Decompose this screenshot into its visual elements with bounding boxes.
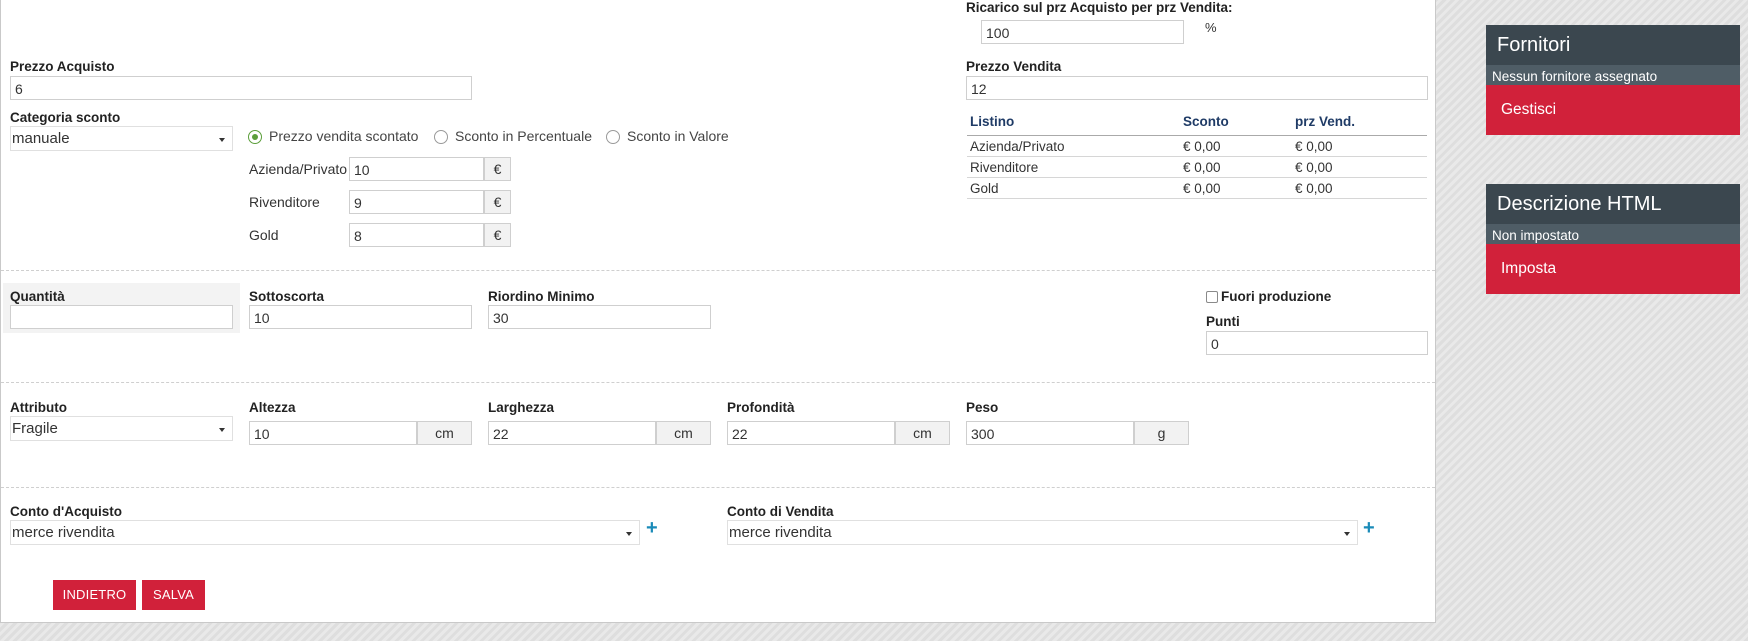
table-row: Rivenditore € 0,00 € 0,00 <box>967 156 1427 178</box>
discontinued-checkbox[interactable] <box>1206 291 1218 303</box>
suppliers-status: Nessun fornitore assegnato <box>1486 65 1740 85</box>
attribute-label: Attributo <box>10 400 67 415</box>
discount-row-label: Rivenditore <box>249 194 320 210</box>
discount-category-select[interactable]: manuale <box>10 126 233 151</box>
col-prz-vend: prz Vend. <box>1292 112 1427 136</box>
height-label: Altezza <box>249 400 296 415</box>
product-form-panel: Ricarico sul prz Acquisto per prz Vendit… <box>0 0 1436 623</box>
radio-percent-discount[interactable] <box>434 130 448 144</box>
cm-addon: cm <box>417 421 472 445</box>
min-reorder-input[interactable]: 30 <box>488 305 711 329</box>
cell: € 0,00 <box>1180 177 1292 199</box>
radio-discounted-price[interactable] <box>248 130 262 144</box>
cell: € 0,00 <box>1292 177 1427 199</box>
section-divider <box>1 487 1435 488</box>
chevron-down-icon <box>1344 532 1350 536</box>
width-label: Larghezza <box>488 400 555 415</box>
cell: € 0,00 <box>1292 135 1427 157</box>
purchase-price-input[interactable]: 6 <box>10 76 472 100</box>
attribute-select[interactable]: Fragile <box>10 416 233 441</box>
radio-percent-discount-label: Sconto in Percentuale <box>455 128 592 144</box>
html-description-title: Descrizione HTML <box>1486 184 1740 224</box>
cell: € 0,00 <box>1180 135 1292 157</box>
cell: Gold <box>967 177 1180 199</box>
html-description-status: Non impostato <box>1486 224 1740 244</box>
discount-input-gold[interactable]: 8 <box>349 223 484 247</box>
add-sale-account-icon[interactable]: + <box>1363 518 1375 538</box>
price-list-table: Listino Sconto prz Vend. Azienda/Privato… <box>967 112 1427 199</box>
save-button[interactable]: SALVA <box>142 580 205 610</box>
cell: Azienda/Privato <box>967 135 1180 157</box>
chevron-down-icon <box>219 138 225 142</box>
safety-stock-label: Sottoscorta <box>249 289 325 304</box>
discount-input-rivenditore[interactable]: 9 <box>349 190 484 214</box>
sale-account-value: merce rivendita <box>729 524 832 541</box>
back-button[interactable]: INDIETRO <box>53 580 136 610</box>
col-listino: Listino <box>967 112 1180 136</box>
points-label: Punti <box>1206 314 1240 329</box>
sale-account-label: Conto di Vendita <box>727 504 834 519</box>
width-input[interactable]: 22 <box>488 421 656 445</box>
purchase-account-value: merce rivendita <box>12 524 115 541</box>
radio-value-discount[interactable] <box>606 130 620 144</box>
table-row: Azienda/Privato € 0,00 € 0,00 <box>967 135 1427 157</box>
currency-addon: € <box>484 157 511 181</box>
discontinued-label: Fuori produzione <box>1221 289 1332 304</box>
cell: Rivenditore <box>967 156 1180 178</box>
safety-stock-input[interactable]: 10 <box>249 305 472 329</box>
manage-suppliers-button[interactable]: Gestisci <box>1486 85 1740 135</box>
table-row: Gold € 0,00 € 0,00 <box>967 177 1427 199</box>
sale-price-input[interactable]: 12 <box>966 76 1428 100</box>
depth-input[interactable]: 22 <box>727 421 895 445</box>
weight-label: Peso <box>966 400 999 415</box>
suppliers-title: Fornitori <box>1486 25 1740 65</box>
cm-addon: cm <box>895 421 950 445</box>
radio-value-discount-label: Sconto in Valore <box>627 128 729 144</box>
cell: € 0,00 <box>1180 156 1292 178</box>
markup-input[interactable]: 100 <box>981 20 1184 44</box>
discount-category-value: manuale <box>12 130 70 147</box>
purchase-account-label: Conto d'Acquisto <box>10 504 122 519</box>
purchase-price-label: Prezzo Acquisto <box>10 59 115 74</box>
g-addon: g <box>1134 421 1189 445</box>
cm-addon: cm <box>656 421 711 445</box>
height-input[interactable]: 10 <box>249 421 417 445</box>
chevron-down-icon <box>219 428 225 432</box>
radio-discounted-price-label: Prezzo vendita scontato <box>269 128 419 144</box>
markup-label: Ricarico sul prz Acquisto per prz Vendit… <box>966 0 1233 15</box>
discount-input-azienda[interactable]: 10 <box>349 157 484 181</box>
markup-unit: % <box>1205 20 1217 35</box>
discount-category-label: Categoria sconto <box>10 110 121 125</box>
col-sconto: Sconto <box>1180 112 1292 136</box>
set-html-description-button[interactable]: Imposta <box>1486 244 1740 294</box>
table-header-row: Listino Sconto prz Vend. <box>967 112 1427 136</box>
weight-input[interactable]: 300 <box>966 421 1134 445</box>
min-reorder-label: Riordino Minimo <box>488 289 595 304</box>
discount-row-label: Azienda/Privato <box>249 161 348 177</box>
suppliers-box: Fornitori Nessun fornitore assegnato Ges… <box>1486 25 1740 135</box>
html-description-box: Descrizione HTML Non impostato Imposta <box>1486 184 1740 294</box>
quantity-label: Quantità <box>10 289 65 304</box>
section-divider <box>1 382 1435 383</box>
chevron-down-icon <box>626 532 632 536</box>
points-input[interactable]: 0 <box>1206 331 1428 355</box>
quantity-input[interactable] <box>10 305 233 329</box>
sale-account-select[interactable]: merce rivendita <box>727 520 1358 545</box>
discount-row-label: Gold <box>249 227 279 243</box>
attribute-value: Fragile <box>12 420 58 437</box>
add-purchase-account-icon[interactable]: + <box>646 518 658 538</box>
purchase-account-select[interactable]: merce rivendita <box>10 520 640 545</box>
currency-addon: € <box>484 223 511 247</box>
sale-price-label: Prezzo Vendita <box>966 59 1062 74</box>
section-divider <box>1 270 1435 271</box>
depth-label: Profondità <box>727 400 795 415</box>
cell: € 0,00 <box>1292 156 1427 178</box>
currency-addon: € <box>484 190 511 214</box>
